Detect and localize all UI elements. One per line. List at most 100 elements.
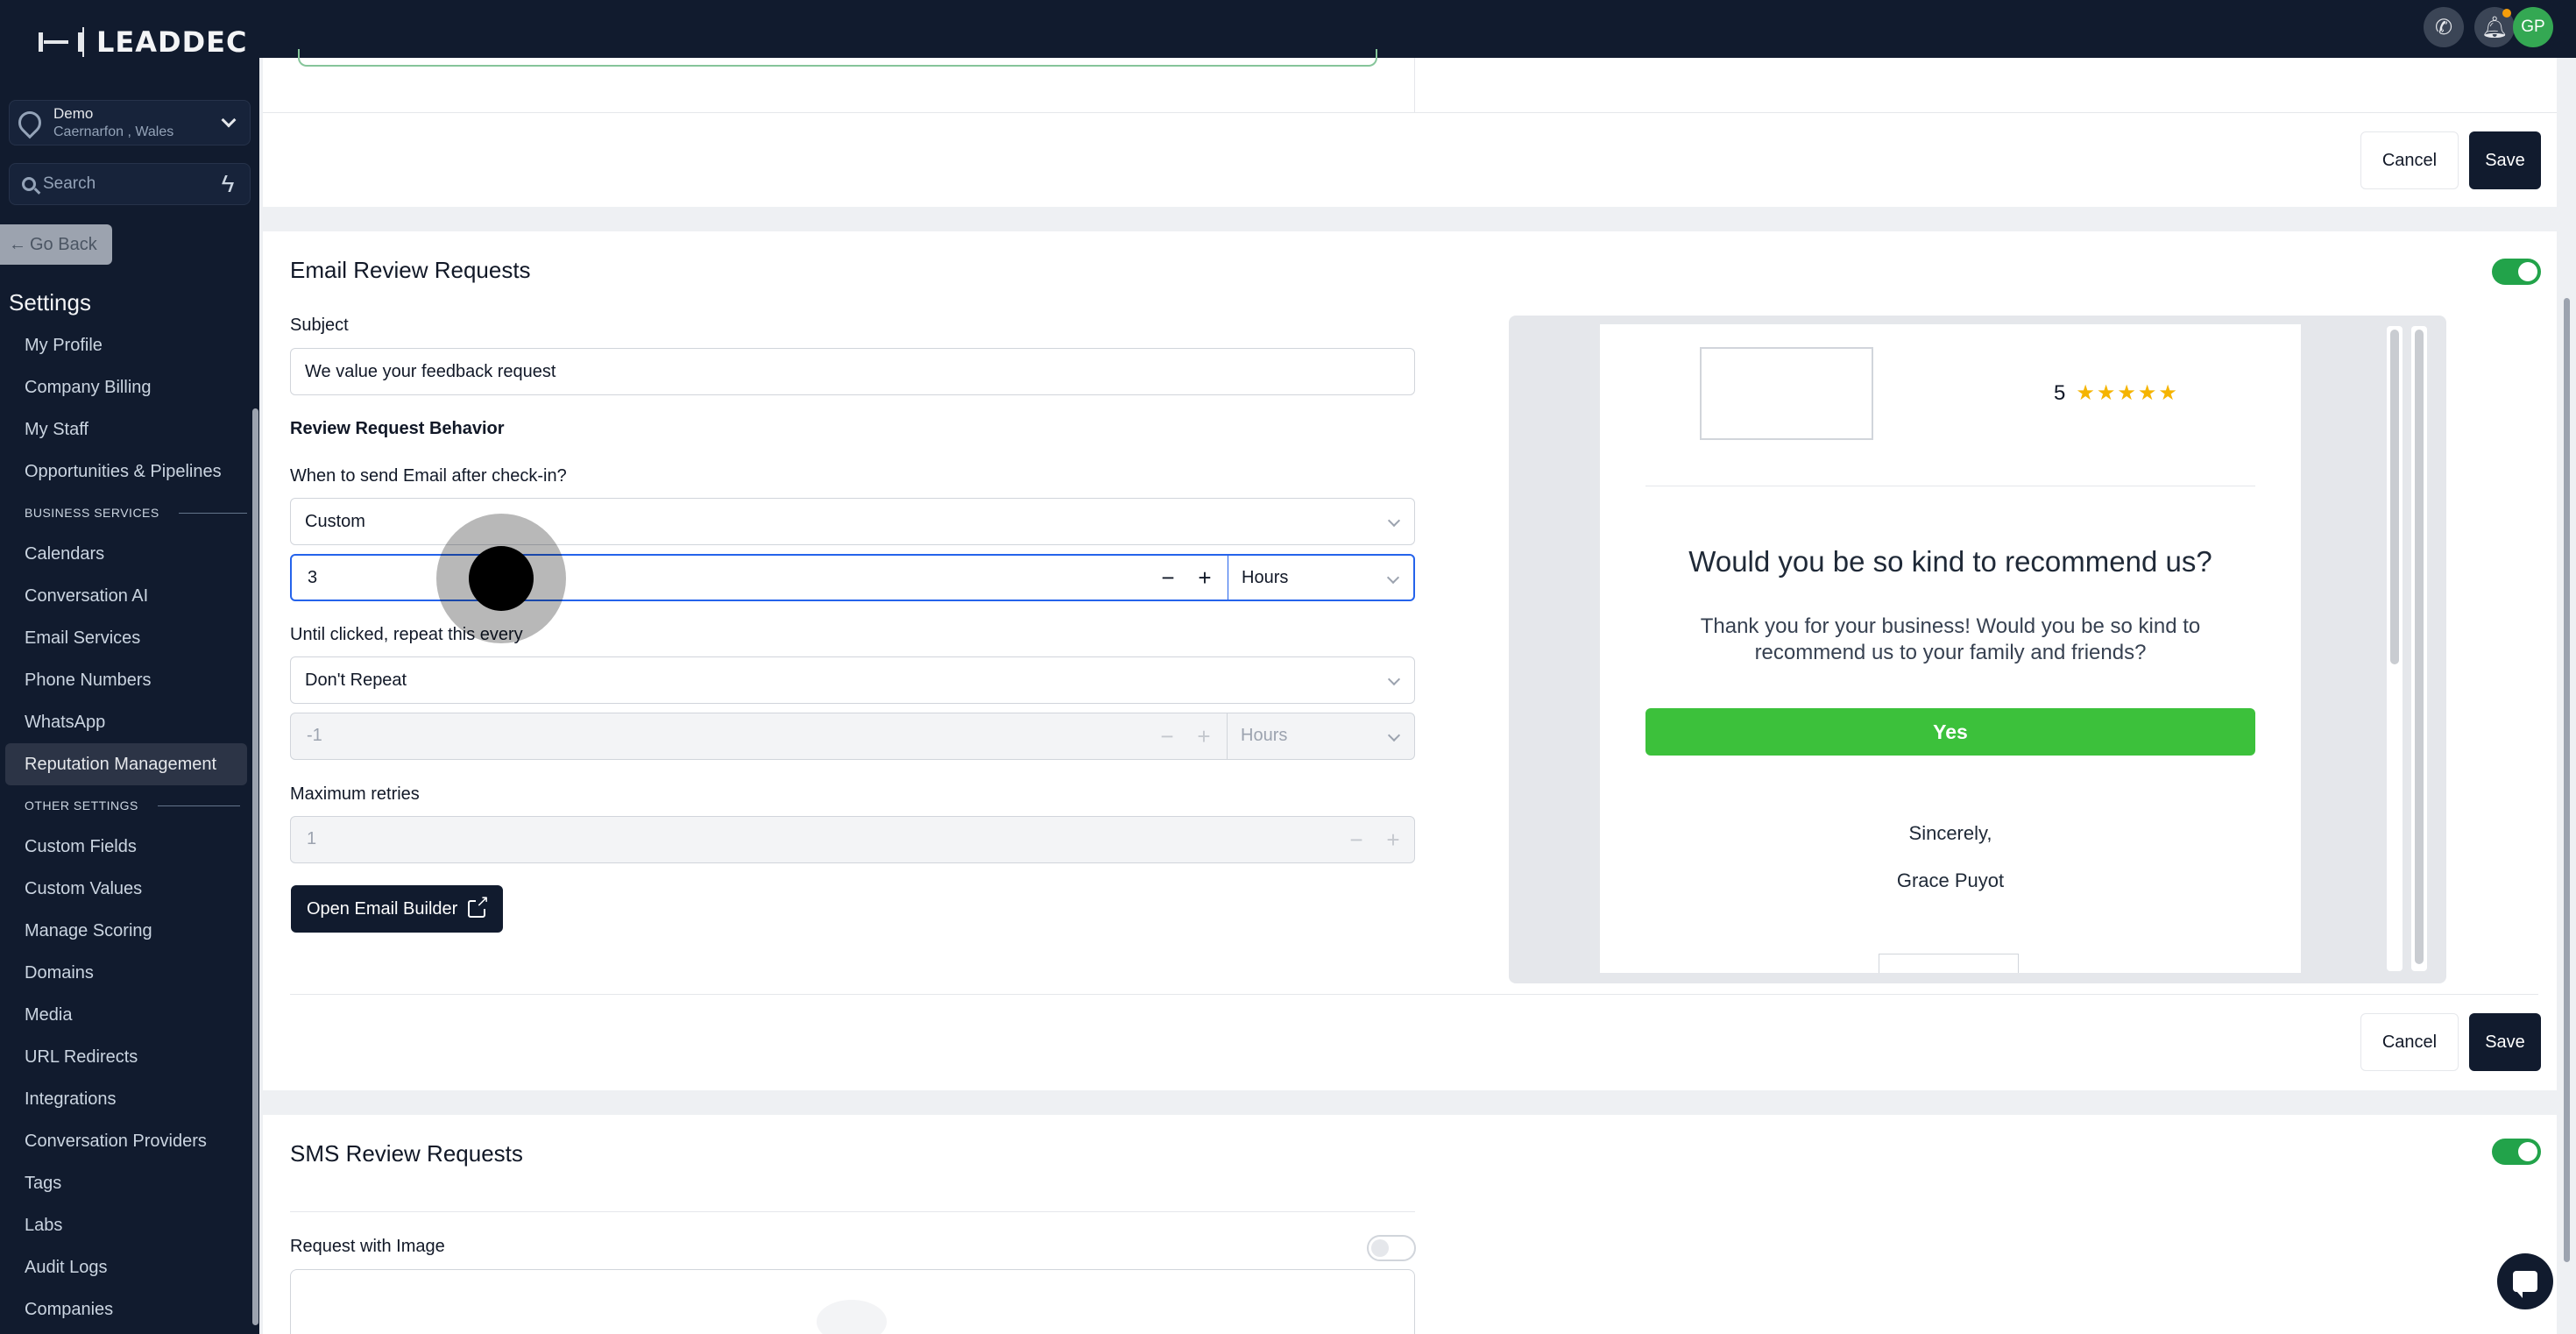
- map-pin-icon: [13, 106, 46, 139]
- avatar[interactable]: GP: [2513, 7, 2553, 47]
- previous-input-field[interactable]: [298, 49, 1377, 67]
- subject-input[interactable]: We value your feedback request: [290, 348, 1415, 395]
- cancel-button[interactable]: Cancel: [2360, 131, 2459, 189]
- section-divider: [290, 1211, 1415, 1212]
- sidebar-item-companies[interactable]: Companies: [5, 1288, 247, 1330]
- sidebar-item-integrations[interactable]: Integrations: [5, 1078, 247, 1120]
- scroll-thumb[interactable]: [2415, 330, 2424, 964]
- open-email-builder-button[interactable]: Open Email Builder: [291, 885, 503, 933]
- logo-divider: [82, 27, 84, 57]
- preview-outer-scrollbar[interactable]: [2411, 326, 2427, 971]
- request-with-image-toggle[interactable]: [1367, 1235, 1416, 1261]
- email-signature: Grace Puyot: [1896, 869, 2005, 891]
- sidebar-item-company-billing[interactable]: Company Billing: [5, 366, 247, 408]
- sidebar-item-reputation-management[interactable]: Reputation Management: [5, 743, 247, 785]
- email-cancel-button[interactable]: Cancel: [2360, 1013, 2459, 1071]
- chat-widget-button[interactable]: [2497, 1253, 2553, 1309]
- when-to-send-value: Custom: [305, 511, 365, 531]
- chevron-down-icon: [1387, 728, 1401, 742]
- brand-logo[interactable]: LEADDEC: [39, 23, 247, 61]
- arrow-left-icon: ←: [9, 234, 26, 254]
- repeat-interval-group: -1 − + Hours: [290, 713, 1415, 760]
- go-back-label: Go Back: [30, 234, 97, 254]
- input-divider: [1227, 713, 1228, 759]
- repeat-unit-select[interactable]: Hours: [1241, 726, 1287, 746]
- open-email-builder-label: Open Email Builder: [307, 898, 458, 919]
- search-input[interactable]: [43, 174, 209, 194]
- sidebar-item-opportunities[interactable]: Opportunities & Pipelines: [5, 451, 247, 493]
- sidebar-item-whatsapp[interactable]: WhatsApp: [5, 701, 247, 743]
- column-divider: [1414, 58, 1415, 112]
- minus-icon[interactable]: −: [1150, 556, 1185, 600]
- sidebar-item-labs[interactable]: Labs: [5, 1204, 247, 1246]
- plus-icon[interactable]: +: [1186, 713, 1221, 759]
- chevron-down-icon: [221, 112, 237, 128]
- section-divider: [157, 805, 240, 806]
- scroll-thumb[interactable]: [2390, 330, 2399, 664]
- phone-icon[interactable]: ✆: [2424, 7, 2464, 47]
- sidebar-item-my-staff[interactable]: My Staff: [5, 408, 247, 451]
- plus-icon[interactable]: +: [1187, 556, 1222, 600]
- sidebar-item-audit-logs[interactable]: Audit Logs: [5, 1246, 247, 1288]
- sidebar-item-url-redirects[interactable]: URL Redirects: [5, 1036, 247, 1078]
- chevron-down-icon: [1387, 514, 1401, 528]
- sidebar-item-conversation-ai[interactable]: Conversation AI: [5, 575, 247, 617]
- previous-section-card: Cancel Save: [263, 49, 2557, 207]
- sidebar-item-email-services[interactable]: Email Services: [5, 617, 247, 659]
- email-preview: 5 ★★★★★ Would you be so kind to recommen…: [1509, 316, 2446, 983]
- go-back-button[interactable]: ← Go Back: [0, 224, 112, 265]
- email-preview-content: 5 ★★★★★ Would you be so kind to recommen…: [1600, 324, 2301, 973]
- email-headline: Would you be so kind to recommend us?: [1688, 545, 2212, 578]
- email-review-toggle[interactable]: [2492, 259, 2541, 285]
- sidebar-scrollbar[interactable]: [252, 408, 258, 1325]
- image-upload-area[interactable]: [290, 1269, 1415, 1334]
- sidebar-item-domains[interactable]: Domains: [5, 952, 247, 994]
- bell-icon[interactable]: 🔔︎: [2474, 7, 2515, 47]
- delay-unit-select[interactable]: Hours: [1242, 568, 1288, 588]
- search-icon: [22, 177, 36, 191]
- preview-inner-scrollbar[interactable]: [2387, 326, 2403, 971]
- card-divider: [290, 994, 2538, 995]
- minus-icon[interactable]: −: [1339, 817, 1374, 862]
- sidebar-item-custom-fields[interactable]: Custom Fields: [5, 826, 247, 868]
- sidebar-item-phone-numbers[interactable]: Phone Numbers: [5, 659, 247, 701]
- click-indicator-dot: [469, 546, 534, 611]
- email-yes-button[interactable]: Yes: [1645, 708, 2255, 756]
- external-link-icon: [468, 893, 490, 918]
- max-retries-input[interactable]: 1: [307, 829, 316, 849]
- save-button[interactable]: Save: [2469, 131, 2541, 189]
- section-divider: [178, 512, 247, 514]
- settings-nav: My Profile Company Billing My Staff Oppo…: [5, 324, 247, 1330]
- chevron-down-icon: [1387, 672, 1401, 686]
- minus-icon[interactable]: −: [1150, 713, 1185, 759]
- repeat-select[interactable]: Don't Repeat: [290, 656, 1415, 704]
- email-review-title: Email Review Requests: [290, 257, 531, 283]
- section-business-services: BUSINESS SERVICES: [5, 493, 247, 533]
- sidebar-item-manage-scoring[interactable]: Manage Scoring: [5, 910, 247, 952]
- subject-label: Subject: [290, 316, 349, 335]
- email-rating: 5 ★★★★★: [2054, 380, 2179, 406]
- delay-value-input[interactable]: 3: [308, 568, 317, 588]
- quick-action-icon[interactable]: ϟ: [215, 171, 241, 197]
- upload-icon: [817, 1300, 887, 1334]
- sms-review-toggle[interactable]: [2492, 1139, 2541, 1165]
- notification-dot: [2502, 9, 2511, 18]
- star-rating-icons: ★★★★★: [2076, 381, 2179, 405]
- main-scrollbar[interactable]: [2564, 298, 2570, 1262]
- chevron-down-icon: [1386, 571, 1400, 585]
- location-switcher[interactable]: Demo Caernarfon , Wales: [9, 100, 251, 145]
- plus-icon[interactable]: +: [1376, 817, 1411, 862]
- sidebar-item-tags[interactable]: Tags: [5, 1162, 247, 1204]
- sidebar-item-calendars[interactable]: Calendars: [5, 533, 247, 575]
- sidebar-item-conversation-providers[interactable]: Conversation Providers: [5, 1120, 247, 1162]
- sidebar-item-custom-values[interactable]: Custom Values: [5, 868, 247, 910]
- max-retries-label: Maximum retries: [290, 784, 420, 804]
- section-label: BUSINESS SERVICES: [25, 506, 159, 520]
- sidebar-search: ϟ: [9, 163, 251, 205]
- sidebar-item-my-profile[interactable]: My Profile: [5, 324, 247, 366]
- sms-review-title: SMS Review Requests: [290, 1140, 523, 1167]
- email-save-button[interactable]: Save: [2469, 1013, 2541, 1071]
- sidebar-item-media[interactable]: Media: [5, 994, 247, 1036]
- repeat-count-input[interactable]: -1: [307, 726, 322, 746]
- dumbbell-icon: [39, 29, 82, 55]
